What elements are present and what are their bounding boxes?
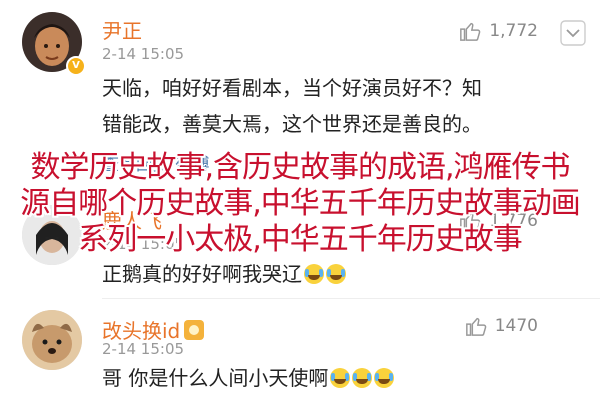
like-button[interactable]: 1470 <box>465 315 538 337</box>
comment-item: 改头换id 2-14 15:05 1470 哥 你是什么人间小天使啊 <box>0 300 600 400</box>
like-button[interactable]: 1,772 <box>459 20 538 42</box>
username[interactable]: 尹正 <box>102 15 142 44</box>
like-count: 1,772 <box>489 21 538 41</box>
crying-laughing-emoji-icon <box>326 264 346 284</box>
comment-text-line: 正鹅真的好好啊我哭辽 <box>102 262 302 286</box>
timestamp: 2-14 15:05 <box>102 45 185 63</box>
divider <box>102 298 600 299</box>
comment-text: 哥 你是什么人间小天使啊 <box>102 360 560 396</box>
timestamp: 2-14 15:05 <box>102 340 185 358</box>
overlay-title: 数学历史故事,含历史故事的成语,鸿雁传书 源自哪个历史故事,中华五千年历史故事动… <box>0 150 600 258</box>
chevron-down-icon[interactable] <box>560 20 586 46</box>
comment-text: 天临，咱好好看剧本，当个好演员好不？知 错能改，善莫大焉，这个世界还是善良的。 <box>102 70 560 142</box>
thumbs-up-icon <box>460 22 481 41</box>
crying-laughing-emoji-icon <box>374 368 395 388</box>
crying-laughing-emoji-icon <box>304 264 324 284</box>
crying-laughing-emoji-icon <box>330 368 351 388</box>
like-count: 1470 <box>494 316 538 336</box>
thumbs-up-icon <box>465 317 487 336</box>
overlay-line: 数学历史故事,含历史故事的成语,鸿雁传书 <box>30 150 570 185</box>
comment-text-line: 哥 你是什么人间小天使啊 <box>102 366 329 390</box>
comment-item: V 尹正 2-14 15:05 1,772 天临，咱好好看剧本，当个好演员好不？… <box>0 0 600 175</box>
overlay-line: 系列一小太极,中华五千年历史故事 <box>78 222 523 257</box>
comment-text: 正鹅真的好好啊我哭辽 <box>102 256 560 292</box>
verified-badge-icon: V <box>66 56 86 76</box>
comment-text-line: 天临，咱好好看剧本，当个好演员好不？知 <box>102 76 482 100</box>
member-badge-icon <box>184 320 205 340</box>
crying-laughing-emoji-icon <box>352 368 373 388</box>
avatar[interactable] <box>22 310 82 370</box>
overlay-line: 源自哪个历史故事,中华五千年历史故事动画 <box>20 186 581 221</box>
comment-text-line: 错能改，善莫大焉，这个世界还是善良的。 <box>102 112 482 136</box>
